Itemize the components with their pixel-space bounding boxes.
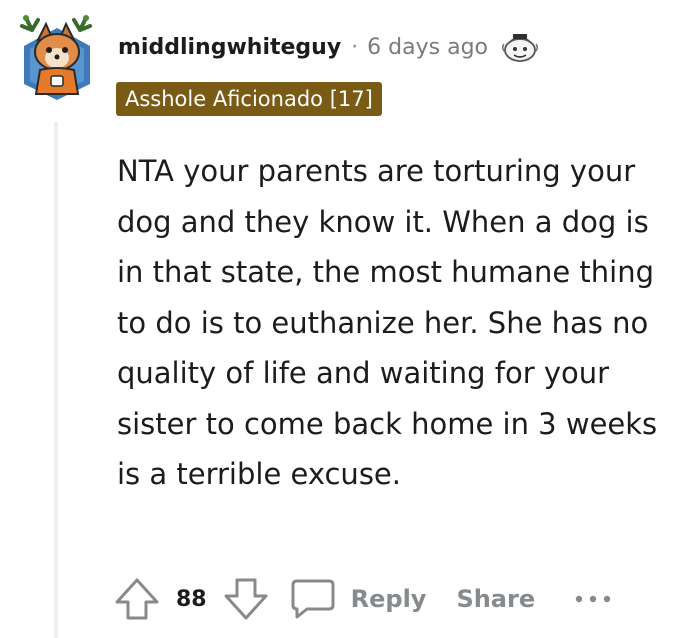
downvote-button[interactable] [221, 576, 271, 622]
comment-header: middlingwhiteguy · 6 days ago [118, 30, 540, 64]
share-button[interactable]: Share [456, 585, 535, 613]
award-icon [501, 34, 539, 62]
timestamp[interactable]: 6 days ago [367, 35, 488, 60]
downvote-arrow-icon [224, 578, 268, 620]
user-avatar[interactable] [16, 14, 98, 100]
username-link[interactable]: middlingwhiteguy [118, 35, 341, 60]
reply-label: Reply [350, 585, 427, 613]
upvote-button[interactable] [112, 576, 162, 622]
speech-bubble-icon [291, 579, 335, 619]
reply-button[interactable]: Reply [289, 577, 427, 621]
comment-body: NTA your parents are torturing your dog … [117, 154, 658, 491]
vote-count: 88 [176, 586, 207, 612]
more-options-icon [575, 595, 611, 603]
more-options-button[interactable] [573, 589, 613, 609]
user-flair: Asshole Aficionado [17] [116, 82, 382, 116]
upvote-arrow-icon [115, 578, 159, 620]
comment-actions: 88 Reply Share [112, 574, 613, 624]
separator-dot: · [351, 34, 359, 60]
user-avatar-fox-icon [20, 15, 92, 100]
award-badge[interactable] [500, 30, 540, 64]
thread-line[interactable] [54, 122, 58, 638]
